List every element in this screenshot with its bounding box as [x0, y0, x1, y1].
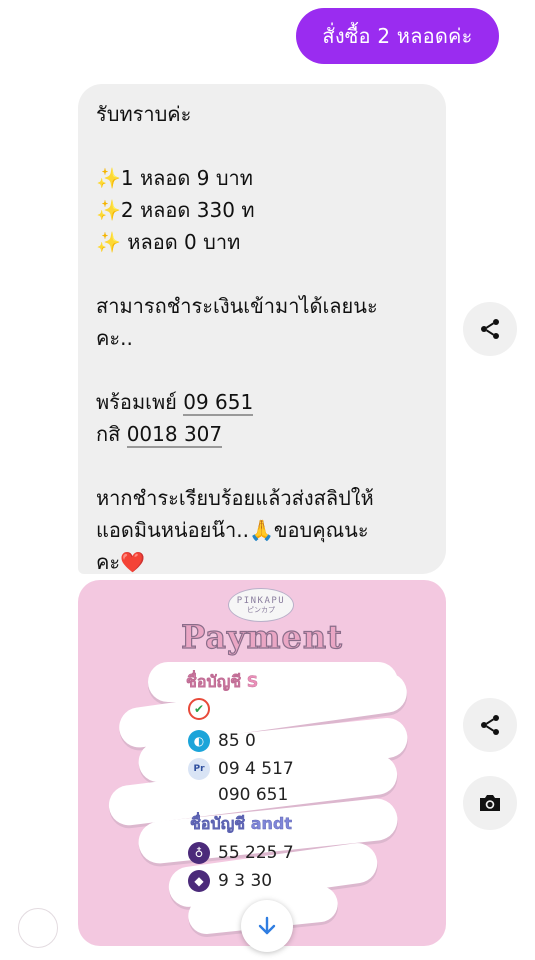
- logo-text: PINKAPU: [236, 596, 286, 606]
- bank-label: กสิ: [96, 422, 121, 446]
- payment-instruction-line-1: สามารถชำระเงินเข้ามาได้เลยนะ: [96, 294, 378, 318]
- price-line-1: ✨1 หลอด 9 บาท: [96, 166, 253, 190]
- bank-row: ✔: [188, 698, 210, 720]
- bank-icon: ✔: [188, 698, 210, 720]
- bank-row: Pr 09 4 517: [188, 758, 294, 780]
- after-payment-line-2: แอดมินหน่อยน๊า..🙏ขอบคุณนะ: [96, 518, 369, 542]
- share-button[interactable]: [463, 302, 517, 356]
- share-icon: [481, 715, 499, 735]
- bank-icon: ◆: [188, 870, 210, 892]
- promptpay-label: พร้อมเพย์: [96, 390, 177, 414]
- promptpay-number: 09 651: [183, 390, 254, 416]
- price-line-2: ✨2 หลอด 330 ท: [96, 198, 255, 222]
- bank-row-number: 55 225 7: [218, 843, 294, 863]
- bank-row: ◆ 9 3 30: [188, 870, 272, 892]
- payment-instruction-line-2: คะ..: [96, 326, 133, 350]
- payment-image-bubble[interactable]: PINKAPU ピンカプ Payment ชื่อบัญชี S ✔ ◐ 85 …: [78, 580, 446, 946]
- outgoing-message-text: สั่งซื้อ 2 หลอดค่ะ: [322, 24, 473, 48]
- promptpay-line: พร้อมเพย์ 09 651: [96, 386, 428, 418]
- bank-row-number: 85 0: [218, 731, 256, 751]
- bank-row-number: 9 3 30: [218, 871, 273, 891]
- scroll-to-bottom-button[interactable]: [241, 900, 293, 952]
- bank-row: 090 651: [218, 785, 288, 805]
- bank-icon: Pr: [188, 758, 210, 780]
- payment-title: Payment: [180, 617, 343, 656]
- camera-button[interactable]: [463, 776, 517, 830]
- incoming-message-bubble[interactable]: รับทราบค่ะ ✨1 หลอด 9 บาท ✨2 หลอด 330 ท ✨…: [78, 84, 446, 574]
- brand-logo: PINKAPU ピンカプ: [228, 588, 294, 622]
- bank-icon: ♁: [188, 842, 210, 864]
- arrow-down-icon: [258, 916, 276, 935]
- account-name-label-1: ชื่อบัญชี S: [186, 672, 259, 691]
- bank-icon: ◐: [188, 730, 210, 752]
- bank-row: ♁ 55 225 7: [188, 842, 294, 864]
- price-line-3: ✨ หลอด 0 บาท: [96, 230, 241, 254]
- after-payment-line-3: คะ❤️: [96, 550, 146, 574]
- share-image-button[interactable]: [463, 698, 517, 752]
- bank-row: ◐ 85 0: [188, 730, 256, 752]
- after-payment-line-1: หากชำระเรียบร้อยแล้วส่งสลิปให้: [96, 486, 374, 510]
- share-icon: [481, 319, 499, 339]
- bank-account-line: กสิ 0018 307: [96, 418, 428, 450]
- logo-subtext: ピンカプ: [247, 606, 275, 614]
- outgoing-message-bubble[interactable]: สั่งซื้อ 2 หลอดค่ะ: [296, 8, 499, 64]
- account-name-label-2: ชื่อบัญชี andt: [190, 814, 292, 833]
- bank-number: 0018 307: [126, 422, 223, 448]
- sender-avatar[interactable]: [18, 908, 58, 948]
- greeting-text: รับทราบค่ะ: [96, 102, 192, 126]
- bank-row-number: 090 651: [218, 785, 289, 805]
- camera-icon: [480, 795, 500, 811]
- bank-row-number: 09 4 517: [218, 759, 294, 779]
